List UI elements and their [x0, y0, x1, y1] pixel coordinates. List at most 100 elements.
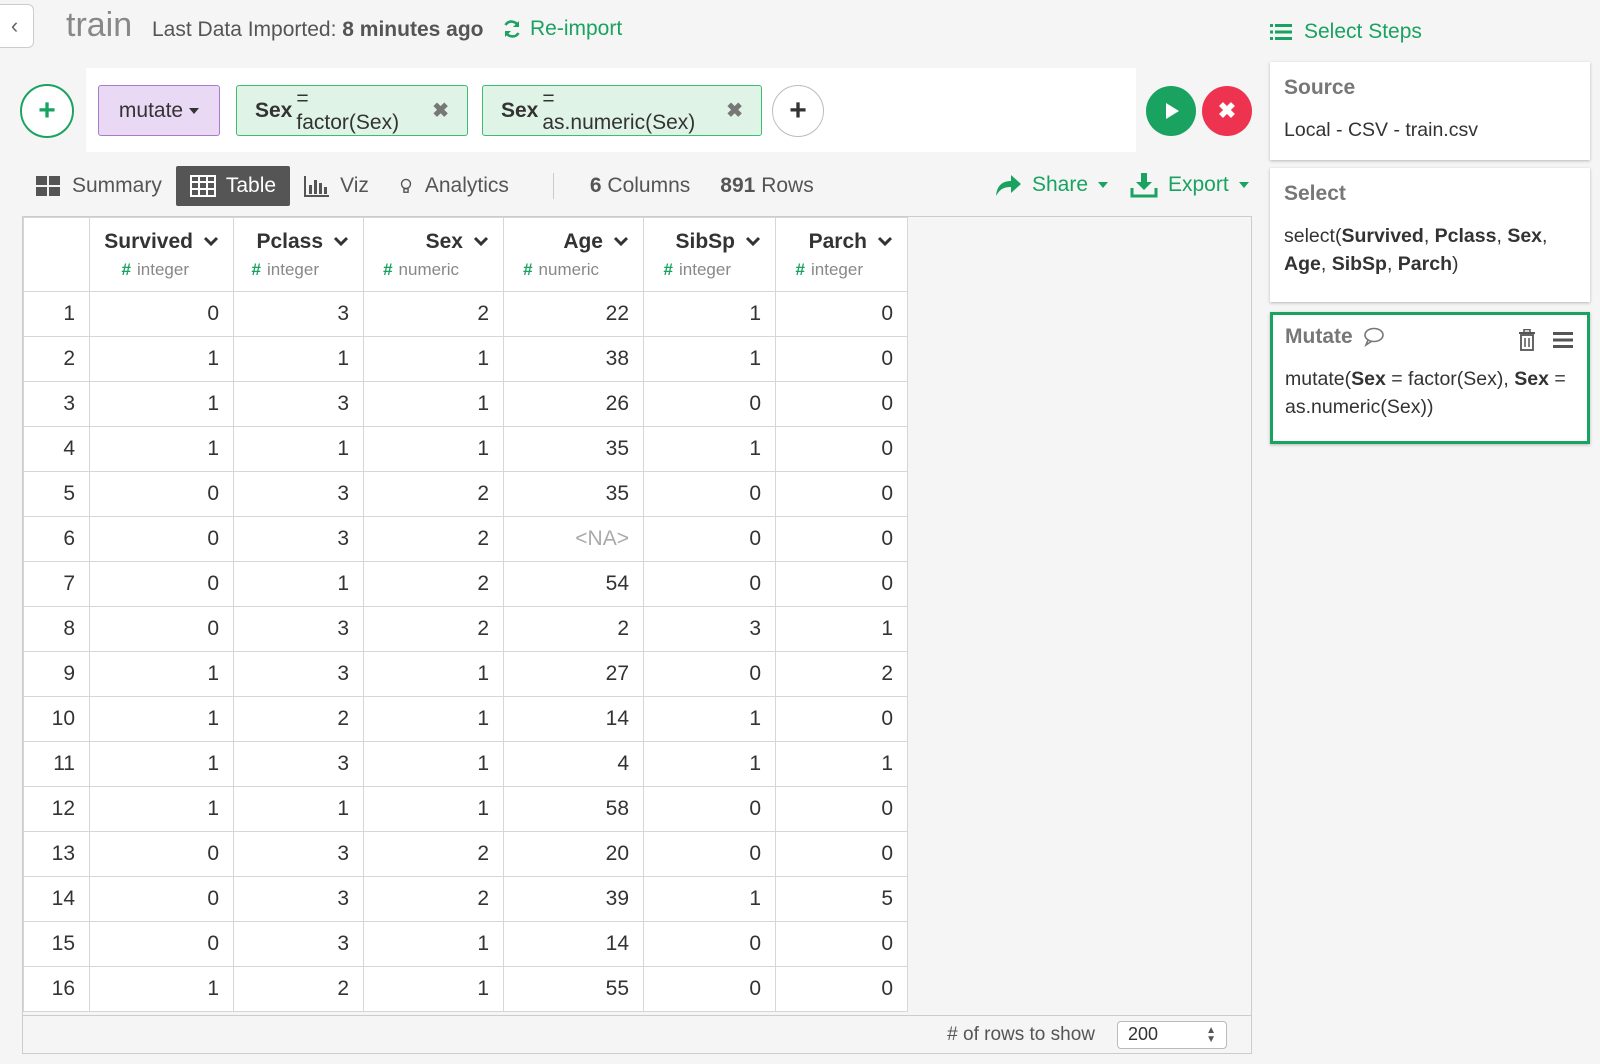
select-steps-link[interactable]: Select Steps — [1270, 20, 1422, 44]
table-cell: 3 — [233, 516, 364, 562]
tab-viz[interactable]: Viz — [290, 166, 383, 206]
row-number: 14 — [23, 876, 90, 922]
table-cell: 1 — [363, 426, 504, 472]
table-cell: 3 — [233, 831, 364, 877]
table-cell: 4 — [503, 741, 644, 787]
column-header[interactable]: Survived # integer — [89, 217, 234, 292]
table-cell: 14 — [503, 921, 644, 967]
verb-dropdown[interactable]: mutate — [98, 85, 220, 136]
table-cell: <NA> — [503, 516, 644, 562]
step-actions — [1517, 329, 1573, 351]
tab-summary[interactable]: Summary — [22, 166, 176, 206]
hamburger-menu-icon[interactable] — [1553, 329, 1573, 351]
step-select[interactable]: Select select(Survived, Pclass, Sex, Age… — [1270, 168, 1590, 302]
tab-label: Summary — [72, 174, 162, 197]
table-cell: 0 — [89, 471, 234, 517]
table-cell: 0 — [775, 516, 908, 562]
chevron-down-icon[interactable] — [613, 236, 629, 247]
step-body: select(Survived, Pclass, Sex, Age, SibSp… — [1284, 225, 1548, 275]
tab-analytics[interactable]: Analytics — [383, 166, 523, 206]
view-tabs: Summary Table Viz Analytics 6 Columns 89… — [22, 166, 814, 206]
add-step-button[interactable]: + — [20, 84, 74, 138]
table-cell: 1 — [643, 336, 776, 382]
column-header[interactable]: SibSp # integer — [643, 217, 776, 292]
table-cell: 1 — [643, 741, 776, 787]
table-cell: 1 — [363, 921, 504, 967]
trash-icon[interactable] — [1517, 329, 1537, 351]
tab-label: Analytics — [424, 174, 509, 197]
table-row: 10 1 2 1 14 1 0 — [23, 696, 908, 742]
comment-icon[interactable] — [1363, 327, 1385, 347]
table-cell: 3 — [233, 471, 364, 517]
table-cell: 0 — [89, 876, 234, 922]
table-cell: 0 — [775, 696, 908, 742]
column-header[interactable]: Sex # numeric — [363, 217, 504, 292]
table-cell: 1 — [363, 741, 504, 787]
rows-to-show-select[interactable]: 200 ▲ ▼ — [1117, 1020, 1227, 1049]
table-cell: 1 — [643, 426, 776, 472]
table-cell: 0 — [89, 561, 234, 607]
chevron-down-icon[interactable] — [877, 236, 893, 247]
table-cell: 1 — [643, 291, 776, 337]
table-cell: 1 — [363, 966, 504, 1012]
updown-arrows-icon: ▲ ▼ — [1206, 1024, 1216, 1045]
table-row: 3 1 3 1 26 0 0 — [23, 381, 908, 427]
chevron-down-icon[interactable] — [203, 236, 219, 247]
table-cell: 3 — [233, 741, 364, 787]
table-cell: 2 — [363, 471, 504, 517]
share-button[interactable]: Share — [994, 172, 1109, 198]
reimport-link[interactable]: Re-import — [502, 17, 622, 41]
mutate-token[interactable]: Sex = as.numeric(Sex) ✖ — [482, 85, 762, 136]
reimport-label: Re-import — [530, 17, 623, 40]
table-cell: 35 — [503, 426, 644, 472]
table-cell: 5 — [775, 876, 908, 922]
caret-down-icon — [1238, 182, 1249, 188]
run-button[interactable] — [1146, 86, 1196, 136]
lightbulb-icon — [400, 178, 412, 193]
column-count: 6 Columns — [589, 174, 691, 197]
tab-table[interactable]: Table — [175, 166, 291, 206]
cancel-button[interactable]: ✖ — [1202, 86, 1252, 136]
column-header[interactable]: Pclass # integer — [233, 217, 364, 292]
tab-divider — [552, 173, 554, 199]
row-number: 13 — [23, 831, 90, 877]
download-icon — [1130, 173, 1158, 198]
table-cell: 3 — [233, 876, 364, 922]
table-cell: 1 — [363, 651, 504, 697]
close-icon: ✖ — [1217, 98, 1237, 123]
row-number: 11 — [23, 741, 90, 787]
table-row: 6 0 3 2 <NA> 0 0 — [23, 516, 908, 562]
share-label: Share — [1032, 173, 1089, 196]
table-cell: 1 — [89, 381, 234, 427]
table-row: 4 1 1 1 35 1 0 — [23, 426, 908, 472]
chevron-down-icon[interactable] — [333, 236, 349, 247]
back-button[interactable]: ‹ — [0, 4, 34, 48]
column-header[interactable]: Age # numeric — [503, 217, 644, 292]
remove-token-icon[interactable]: ✖ — [726, 98, 743, 123]
table-cell: 3 — [643, 606, 776, 652]
column-header[interactable]: Parch # integer — [775, 217, 908, 292]
table-row: 16 1 2 1 55 0 0 — [23, 966, 908, 1012]
chevron-down-icon[interactable] — [745, 236, 761, 247]
export-button[interactable]: Export — [1130, 172, 1249, 198]
data-table-container: Survived # integer Pclass # integer Sex # n… — [22, 216, 1252, 1054]
table-cell: 1 — [643, 696, 776, 742]
token-column: Sex — [255, 98, 293, 122]
table-cell: 1 — [363, 786, 504, 832]
table-cell: 2 — [775, 651, 908, 697]
table-cell: 0 — [775, 291, 908, 337]
table-cell: 26 — [503, 381, 644, 427]
table-cell: 0 — [89, 516, 234, 562]
step-source[interactable]: Source Local - CSV - train.csv — [1270, 62, 1590, 160]
add-token-button[interactable]: + — [772, 85, 824, 137]
remove-token-icon[interactable]: ✖ — [432, 98, 449, 123]
play-icon — [1166, 103, 1179, 119]
export-label: Export — [1168, 173, 1229, 196]
table-cell: 1 — [233, 786, 364, 832]
chevron-down-icon[interactable] — [473, 236, 489, 247]
last-import-status: Last Data Imported: 8 minutes ago — [152, 18, 483, 42]
table-icon — [189, 175, 216, 197]
table-cell: 0 — [643, 381, 776, 427]
mutate-token[interactable]: Sex = factor(Sex) ✖ — [236, 85, 468, 136]
step-mutate[interactable]: Mutate mutate(Sex = factor(Sex), Sex = a… — [1270, 312, 1590, 444]
